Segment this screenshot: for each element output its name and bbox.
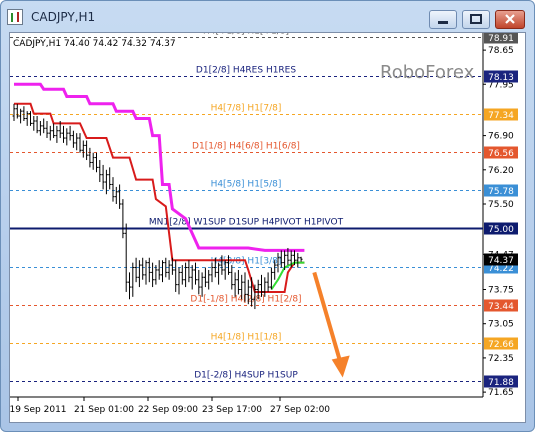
level-label: D1[1/8] H4[6/8] H1[6/8]	[192, 142, 300, 152]
current-price-label: 74.37	[488, 256, 514, 266]
minimize-button[interactable]	[429, 10, 457, 29]
window-title: CADJPY,H1	[31, 10, 96, 24]
price-tag-label: 76.56	[488, 149, 514, 159]
level-label: D1[2/8] H4RES H1RES	[196, 66, 296, 76]
price-axis-label: 73.75	[488, 286, 514, 296]
time-axis-label: 21 Sep 01:00	[74, 405, 134, 415]
price-axis-label: 75.50	[488, 200, 514, 210]
price-tag-label: 73.44	[488, 302, 514, 312]
chart-area[interactable]: H4[+1/8] H1[+1/8] D1[2/8] H4RES H1RES H4[7…	[9, 32, 526, 423]
time-axis-label: 19 Sep 2011	[10, 405, 67, 415]
maximize-button[interactable]	[462, 10, 490, 29]
price-axis-label: 78.65	[488, 46, 514, 56]
price-tag-label: 72.66	[488, 340, 514, 350]
price-axis-label: 73.05	[488, 320, 514, 330]
price-chart[interactable]: H4[+1/8] H1[+1/8] D1[2/8] H4RES H1RES H4[7…	[10, 33, 525, 422]
watermark: RoboForex	[380, 62, 475, 83]
level-label: H4[5/8] H1[5/8]	[211, 180, 282, 190]
time-axis-label: 23 Sep 17:00	[202, 405, 262, 415]
price-axis-label: 72.35	[488, 354, 514, 364]
close-icon	[505, 14, 515, 24]
close-button[interactable]	[495, 10, 525, 29]
level-label: H4[7/8] H1[7/8]	[211, 104, 282, 114]
level-label: D1[-1/8] H4[2/8] H1[2/8]	[190, 295, 301, 305]
price-tag-label: 71.88	[488, 378, 514, 388]
time-axis-label: 27 Sep 02:00	[270, 405, 330, 415]
chart-info-line: CADJPY,H1 74.40 74.42 74.32 74.37	[13, 39, 176, 49]
level-label: H4[1/8] H1[1/8]	[211, 333, 282, 343]
title-bar[interactable]: CADJPY,H1	[1, 1, 534, 35]
price-axis-label: 76.90	[488, 132, 514, 142]
price-tag-label: 78.91	[488, 34, 514, 44]
maximize-icon	[470, 14, 482, 24]
price-axis-label: 71.65	[488, 388, 514, 398]
price-tag-label: 78.13	[488, 73, 514, 83]
level-label: MN1[2/8] W1SUP D1SUP H4PIVOT H1PIVOT	[149, 218, 344, 228]
level-label: D1[-2/8] H4SUP H1SUP	[194, 371, 298, 381]
price-axis-label: 76.20	[488, 166, 514, 176]
chart-window: CADJPY,H1 H4[+1/8] H1[+1/8] D1[2/8] H4RES…	[0, 0, 535, 432]
minimize-icon	[438, 21, 448, 24]
chart-app-icon[interactable]	[7, 9, 23, 25]
price-tag-label: 75.78	[488, 187, 514, 197]
level-label: H4[+1/8] H1[+1/8]	[203, 33, 289, 37]
time-axis-label: 22 Sep 09:00	[138, 405, 198, 415]
price-tag-label: 77.34	[488, 111, 514, 121]
price-tag-label: 75.00	[488, 225, 514, 235]
